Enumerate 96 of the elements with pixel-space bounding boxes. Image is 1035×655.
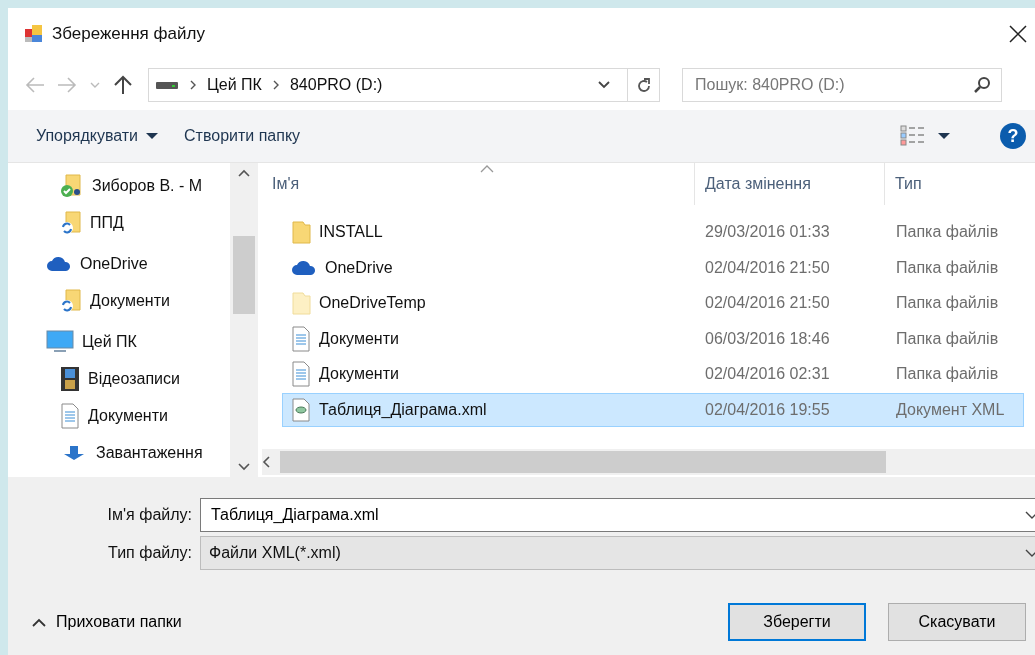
folder-icon: [291, 220, 311, 244]
nav-tree-item[interactable]: Документи: [8, 282, 230, 319]
file-name-combo-box[interactable]: Таблиця_Діаграма.xml: [200, 498, 1035, 532]
modified-date: 02/04/2016 19:55: [704, 400, 831, 419]
chevron-left-icon: [262, 456, 270, 468]
nav-tree-item[interactable]: Відеозаписи: [8, 360, 230, 397]
address-bar[interactable]: Цей ПК 840PRO (D:): [148, 68, 660, 102]
scrollbar-thumb[interactable]: [233, 236, 255, 314]
close-icon: [1009, 25, 1027, 43]
sort-ascending-icon: [480, 165, 494, 173]
xml-file-icon: [291, 397, 311, 422]
scrollbar-thumb[interactable]: [280, 451, 886, 473]
file-name: Документи: [319, 329, 399, 348]
back-icon: [24, 75, 46, 95]
organize-menu-button[interactable]: Упорядкувати: [30, 121, 165, 151]
search-icon: [973, 76, 991, 94]
scroll-down-button[interactable]: [238, 463, 250, 471]
file-name: Документи: [319, 365, 399, 383]
search-box[interactable]: Пошук: 840PRO (D:): [682, 68, 1002, 102]
nav-tree-item[interactable]: Завантаження: [8, 434, 230, 471]
cloud-icon: [291, 258, 317, 277]
chevron-up-icon: [238, 169, 250, 177]
file-row[interactable]: OneDriveTemp 02/04/2016 21:50 Папка файлів: [282, 286, 1024, 320]
save-button[interactable]: Зберегти: [728, 603, 866, 641]
monitor-icon: [46, 329, 74, 354]
horizontal-scrollbar[interactable]: [262, 449, 1035, 475]
chevron-icon: [271, 80, 280, 90]
chevron-icon: [189, 80, 197, 90]
file-row[interactable]: Таблиця_Діаграма.xml 02/04/2016 19:55 Документ XML: [282, 392, 1024, 427]
breadcrumb-item[interactable]: Цей ПК: [207, 76, 262, 94]
cloud-icon: [46, 254, 72, 273]
nav-tree-item[interactable]: OneDrive: [8, 245, 230, 282]
modified-date: 06/03/2016 18:46: [704, 329, 831, 348]
folder-icon: [291, 291, 311, 315]
chevron-down-icon: [597, 80, 611, 90]
app-icon: [24, 24, 44, 44]
window-title: Збереження файлу: [52, 24, 206, 44]
file-type: Папка файлів: [895, 329, 999, 348]
sync-folder-icon: [60, 288, 82, 313]
cancel-button[interactable]: Скасувати: [888, 603, 1026, 641]
file-name: INSTALL: [319, 223, 383, 241]
back-button[interactable]: [24, 75, 46, 95]
column-header[interactable]: Дата змінення: [694, 163, 884, 205]
file-row[interactable]: OneDrive 02/04/2016 21:50 Папка файлів: [282, 250, 1024, 285]
sync-folder-icon: [60, 210, 82, 235]
drive-icon: [155, 79, 179, 91]
chevron-down-icon: [1025, 548, 1035, 558]
nav-tree-item[interactable]: ППД: [8, 204, 230, 241]
file-type: Папка файлів: [895, 365, 999, 383]
document-icon: [291, 325, 311, 352]
nav-tree-item[interactable]: Цей ПК: [8, 323, 230, 360]
document-icon: [291, 361, 311, 387]
document-icon: [60, 402, 80, 429]
caret-icon: [938, 132, 950, 140]
file-type: Папка файлів: [895, 294, 999, 312]
field-label: Ім'я файлу:: [106, 506, 193, 524]
details-view-icon: [900, 125, 926, 147]
nav-tree-item[interactable]: Документи: [8, 397, 230, 434]
up-icon: [112, 75, 134, 95]
file-name-field[interactable]: Таблиця_Діаграма.xml: [209, 505, 1025, 525]
chevron-down-icon: [1025, 510, 1035, 520]
modified-date: 02/04/2016 21:50: [704, 294, 831, 312]
file-type: Документ XML: [895, 400, 1005, 419]
film-icon: [60, 365, 80, 392]
chevron-down-icon: [238, 463, 250, 471]
file-type-dropdown[interactable]: Файли XML(*.xml): [200, 536, 1035, 570]
hide-folders-button[interactable]: Приховати папки: [28, 609, 186, 635]
file-type: Папка файлів: [895, 223, 999, 241]
column-header[interactable]: Тип: [884, 163, 1035, 205]
modified-date: 29/03/2016 01:33: [704, 223, 831, 241]
file-name: OneDriveTemp: [319, 294, 426, 312]
up-button[interactable]: [112, 75, 134, 95]
caret-icon: [146, 132, 159, 140]
forward-button[interactable]: [56, 75, 78, 95]
refresh-icon: [635, 76, 652, 94]
breadcrumb-item[interactable]: 840PRO (D:): [289, 76, 383, 94]
nav-tree-item[interactable]: Зиборов В. - M: [8, 167, 230, 204]
shared-folder-icon: [60, 173, 84, 198]
chevron-up-icon: [32, 617, 46, 627]
scroll-left-button[interactable]: [262, 456, 270, 468]
modified-date: 02/04/2016 02:31: [704, 365, 831, 383]
file-name: OneDrive: [325, 258, 393, 277]
help-button[interactable]: ?: [1000, 123, 1026, 149]
new-folder-button[interactable]: Створити папку: [178, 121, 307, 151]
modified-date: 02/04/2016 21:50: [704, 258, 831, 277]
scroll-up-button[interactable]: [238, 169, 250, 177]
vertical-scrollbar[interactable]: [230, 163, 258, 477]
forward-icon: [56, 75, 78, 95]
search-field[interactable]: Пошук: 840PRO (D:): [693, 75, 973, 95]
file-row[interactable]: Документи 02/04/2016 02:31 Папка файлів: [282, 357, 1024, 391]
file-row[interactable]: INSTALL 29/03/2016 01:33 Папка файлів: [282, 215, 1024, 249]
file-row[interactable]: Документи 06/03/2016 18:46 Папка файлів: [282, 321, 1024, 356]
field-label: Тип файлу:: [107, 544, 193, 562]
column-header[interactable]: Ім'я: [262, 163, 694, 205]
file-name: Таблиця_Діаграма.xml: [319, 400, 487, 419]
file-type: Папка файлів: [895, 258, 999, 277]
